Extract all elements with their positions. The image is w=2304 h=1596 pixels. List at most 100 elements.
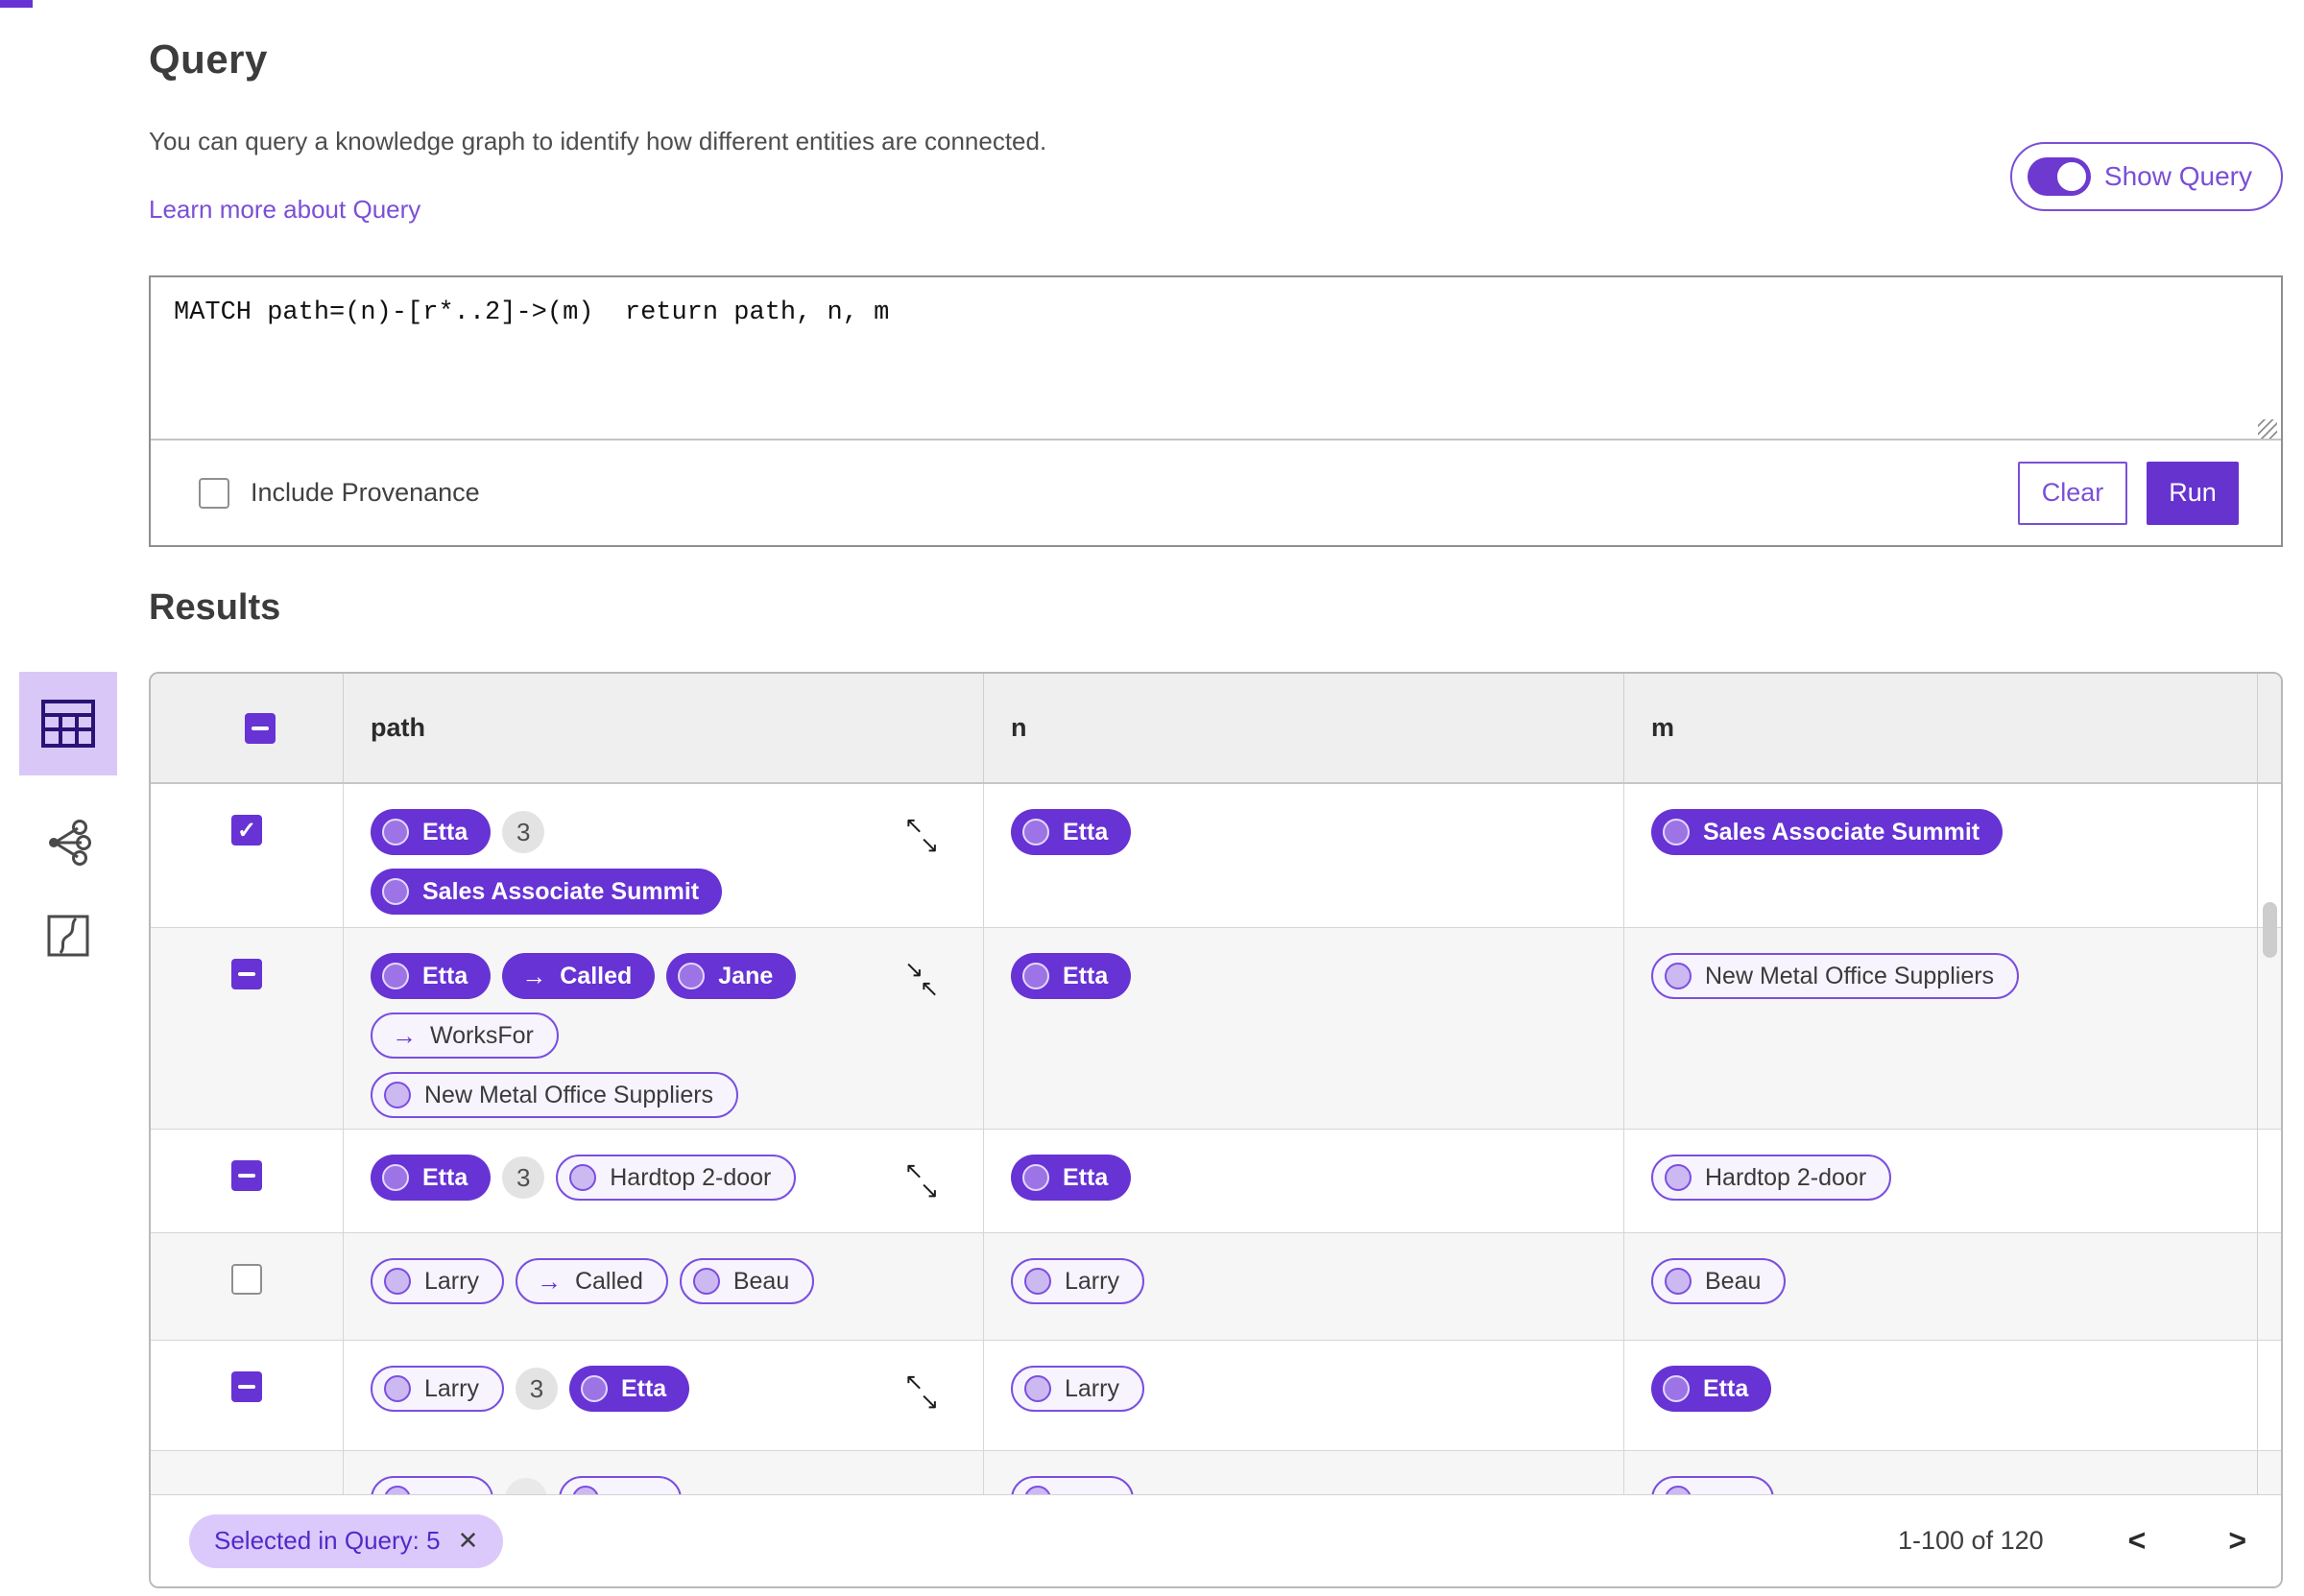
node-pill[interactable]: Etta	[1651, 1366, 1772, 1412]
collapse-icon[interactable]: ↘ ↖	[904, 959, 943, 1003]
column-header-n[interactable]: n	[983, 674, 1623, 782]
table-view-button[interactable]	[19, 672, 117, 775]
node-pill[interactable]: Jane	[666, 953, 797, 999]
arrow-right-icon: →	[536, 1267, 562, 1296]
pill-label: Sales Associate Summit	[1703, 818, 1980, 846]
n-cell: Larry	[983, 1341, 1623, 1450]
row-checkbox[interactable]	[231, 1160, 262, 1191]
include-provenance-checkbox[interactable]	[199, 477, 229, 509]
expand-icon[interactable]: ↖ ↘	[904, 815, 943, 859]
path-cell: Larry 3 Etta ↖ ↘	[343, 1341, 983, 1450]
query-footer: Include Provenance Clear Run	[151, 439, 2281, 545]
node-pill[interactable]: Etta	[371, 809, 492, 855]
pill-label: Etta	[422, 1163, 468, 1191]
count-badge: 3	[515, 1368, 558, 1410]
pill-label: New Metal Office Suppliers	[1705, 962, 1995, 989]
node-pill[interactable]: Etta	[371, 1155, 492, 1201]
node-icon	[1024, 1268, 1051, 1295]
node-icon	[1663, 1375, 1690, 1402]
edge-pill[interactable]: → Called	[502, 953, 656, 999]
node-pill[interactable]: Larry	[1011, 1258, 1144, 1304]
graph-icon	[49, 820, 91, 866]
node-icon	[1665, 963, 1692, 989]
count-badge: 3	[502, 811, 545, 853]
node-icon	[1663, 819, 1690, 846]
expand-icon[interactable]: ↖ ↘	[904, 1160, 943, 1204]
chip-close-icon[interactable]: ✕	[458, 1526, 479, 1556]
node-pill[interactable]: New Metal Office Suppliers	[371, 1072, 739, 1118]
pill-label: WorksFor	[430, 1021, 534, 1049]
app-edge-accent	[0, 0, 33, 8]
node-icon	[382, 963, 409, 989]
expand-icon[interactable]: ↖ ↘	[904, 1371, 943, 1416]
pill-label: Hardtop 2-door	[610, 1163, 772, 1191]
show-query-toggle[interactable]: Show Query	[2009, 142, 2283, 211]
row-checkbox[interactable]: ✓	[231, 815, 262, 846]
edge-pill[interactable]: → WorksFor	[371, 1012, 559, 1059]
pagination-next-button[interactable]: >	[2228, 1523, 2246, 1559]
pill-label: Etta	[1703, 1374, 1749, 1402]
node-pill[interactable]: Etta	[568, 1366, 690, 1412]
node-pill[interactable]: Etta	[1011, 1155, 1132, 1201]
row-checkbox[interactable]	[231, 1264, 262, 1295]
node-pill[interactable]: Hardtop 2-door	[1651, 1155, 1892, 1201]
node-pill[interactable]: Etta	[371, 953, 492, 999]
node-pill[interactable]: New Metal Office Suppliers	[1651, 953, 2020, 999]
edge-pill[interactable]: → Called	[515, 1258, 668, 1304]
node-icon	[384, 1082, 411, 1108]
include-provenance-control[interactable]: Include Provenance	[199, 477, 480, 509]
pill-label: Etta	[620, 1374, 667, 1402]
page-title: Query	[149, 36, 268, 82]
node-pill[interactable]: Hardtop 2-door	[556, 1155, 797, 1201]
clear-button[interactable]: Clear	[2018, 461, 2127, 525]
node-icon	[382, 878, 409, 905]
pill-label: Larry	[424, 1374, 479, 1402]
graph-view-button[interactable]	[45, 820, 91, 870]
select-all-checkbox[interactable]	[245, 712, 276, 744]
pill-label: New Metal Office Suppliers	[424, 1081, 714, 1108]
path-cell: Etta 3 Hardtop 2-door ↖ ↘	[343, 1130, 983, 1232]
run-button[interactable]: Run	[2147, 461, 2239, 525]
textarea-resize-handle-icon[interactable]	[2258, 419, 2277, 439]
show-query-label: Show Query	[2103, 161, 2252, 191]
filter-chip[interactable]: Selected in Query: 5 ✕	[189, 1513, 504, 1568]
row-checkbox[interactable]	[231, 959, 262, 989]
node-pill[interactable]: Larry	[371, 1258, 504, 1304]
learn-more-link[interactable]: Learn more about Query	[149, 195, 420, 225]
node-icon	[692, 1268, 720, 1295]
path-cell: Etta → Called Jane → WorksFor New Metal Office…	[343, 928, 983, 1131]
table-footer: Selected in Query: 5 ✕ 1-100 of 120 < >	[151, 1494, 2281, 1586]
node-pill[interactable]: Etta	[1011, 809, 1132, 855]
n-cell: Etta	[983, 928, 1623, 1131]
node-pill[interactable]: Sales Associate Summit	[371, 869, 723, 915]
arrow-right-icon: →	[521, 962, 547, 990]
table-row: Larry → Called Beau Larry Beau	[151, 1233, 2281, 1341]
pill-label: Called	[560, 962, 633, 989]
table-row: Larry 3 Etta ↖ ↘ Larry Etta	[151, 1341, 2281, 1451]
column-header-path[interactable]: path	[343, 674, 983, 782]
pagination-prev-button[interactable]: <	[2128, 1523, 2147, 1559]
query-input[interactable]: MATCH path=(n)-[r*..2]->(m) return path,…	[151, 277, 2281, 441]
m-cell: Etta	[1623, 1341, 2257, 1450]
arrow-right-icon: →	[392, 1021, 417, 1050]
node-pill[interactable]: Etta	[1011, 953, 1132, 999]
results-title: Results	[149, 587, 281, 628]
table-row: ✓ Etta 3 Sales Associate Summit ↖ ↘ Etta Sales …	[151, 784, 2281, 928]
column-header-m[interactable]: m	[1623, 674, 2257, 782]
node-pill[interactable]: Sales Associate Summit	[1651, 809, 2004, 855]
n-cell: Etta	[983, 784, 1623, 928]
node-pill[interactable]: Larry	[371, 1366, 504, 1412]
table-icon	[41, 700, 95, 748]
node-pill[interactable]: Beau	[679, 1258, 815, 1304]
vertical-scrollbar[interactable]	[2263, 902, 2277, 958]
row-checkbox[interactable]	[231, 1371, 262, 1402]
filter-chip-label: Selected in Query: 5	[214, 1526, 441, 1555]
node-pill[interactable]: Larry	[1011, 1366, 1144, 1412]
map-view-button[interactable]	[47, 915, 89, 962]
node-pill[interactable]: Beau	[1651, 1258, 1787, 1304]
m-cell: Hardtop 2-door	[1623, 1130, 2257, 1232]
include-provenance-label: Include Provenance	[251, 478, 480, 507]
node-icon	[1022, 819, 1049, 846]
toggle-switch-icon[interactable]	[2027, 157, 2091, 196]
path-cell: Larry → Called Beau	[343, 1233, 983, 1340]
